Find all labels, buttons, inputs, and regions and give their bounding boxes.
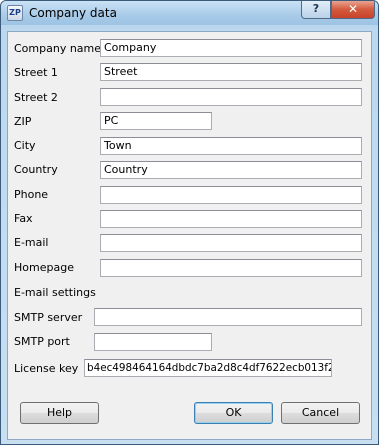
smtp-port-input[interactable] xyxy=(94,333,212,351)
email-label: E-mail xyxy=(14,236,49,249)
street2-input[interactable] xyxy=(100,88,362,106)
help-button[interactable]: Help xyxy=(20,402,99,424)
fax-input[interactable] xyxy=(100,210,362,228)
company-name-input[interactable]: Company xyxy=(100,39,362,57)
ok-button[interactable]: OK xyxy=(194,402,273,424)
homepage-label: Homepage xyxy=(14,261,74,274)
title-bar[interactable]: ZP Company data ? ✕ xyxy=(1,1,378,25)
smtp-server-label: SMTP server xyxy=(14,311,83,324)
city-label: City xyxy=(14,139,36,152)
window-title: Company data xyxy=(29,6,117,20)
zip-label: ZIP xyxy=(14,115,32,128)
smtp-port-label: SMTP port xyxy=(14,335,70,348)
email-settings-heading: E-mail settings xyxy=(14,286,96,299)
country-input[interactable]: Country xyxy=(100,161,362,179)
street1-input[interactable]: Street xyxy=(100,63,362,81)
zip-input[interactable]: PC xyxy=(100,112,212,130)
close-icon[interactable]: ✕ xyxy=(331,1,375,19)
company-data-dialog: ZP Company data ? ✕ Company name Company… xyxy=(0,0,379,445)
dialog-body: Company name Company Street 1 Street Str… xyxy=(7,31,372,440)
country-label: Country xyxy=(14,163,58,176)
smtp-server-input[interactable] xyxy=(94,308,362,326)
street1-label: Street 1 xyxy=(14,66,58,79)
license-key-input[interactable]: b4ec498464164dbdc7ba2d8c4df7622ecb013f24 xyxy=(84,359,332,377)
cancel-button[interactable]: Cancel xyxy=(281,402,360,424)
homepage-input[interactable] xyxy=(100,259,362,277)
email-input[interactable] xyxy=(100,234,362,252)
company-name-label: Company name xyxy=(14,42,102,55)
help-icon[interactable]: ? xyxy=(301,1,331,19)
fax-label: Fax xyxy=(14,212,33,225)
license-key-label: License key xyxy=(14,362,79,375)
app-icon: ZP xyxy=(7,5,23,21)
city-input[interactable]: Town xyxy=(100,137,362,155)
phone-label: Phone xyxy=(14,188,49,201)
street2-label: Street 2 xyxy=(14,91,58,104)
phone-input[interactable] xyxy=(100,186,362,204)
